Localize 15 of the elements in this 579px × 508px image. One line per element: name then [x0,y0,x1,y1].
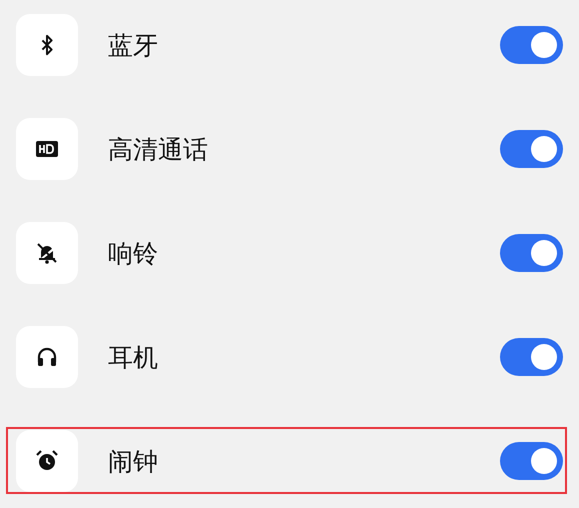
headphones-icon [16,326,78,388]
setting-label: 响铃 [108,238,159,270]
muted-bell-icon [16,222,78,284]
setting-label: 闹钟 [108,446,159,478]
setting-label: 蓝牙 [108,30,159,62]
toggle-switch[interactable] [500,442,563,480]
setting-label: 高清通话 [108,134,209,166]
hd-icon [16,118,78,180]
toggle-switch[interactable] [500,338,563,376]
bluetooth-icon [16,14,78,76]
toggle-switch[interactable] [500,130,563,168]
alarm-clock-icon [16,430,78,492]
setting-label: 耳机 [108,342,159,374]
toggle-switch[interactable] [500,26,563,64]
toggle-switch[interactable] [500,234,563,272]
